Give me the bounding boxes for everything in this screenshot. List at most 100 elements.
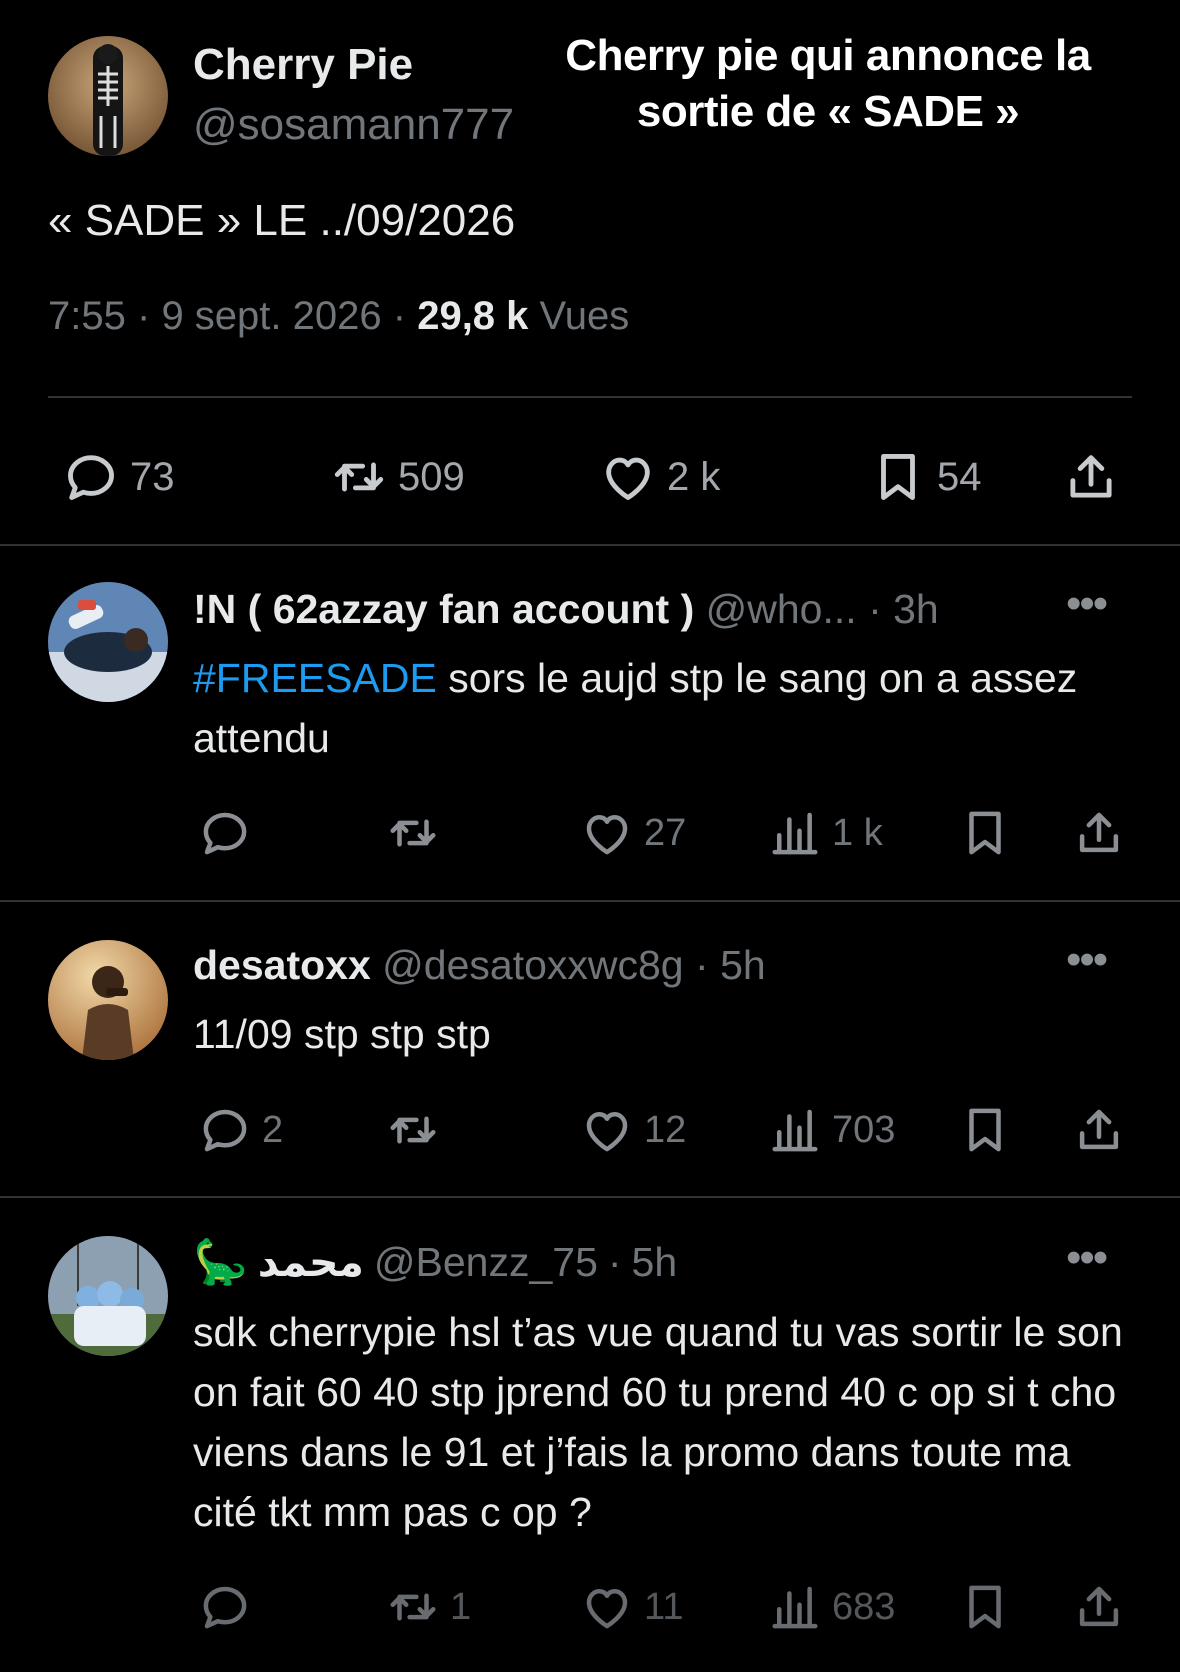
share-button[interactable]	[1062, 448, 1120, 506]
divider	[48, 396, 1132, 398]
reply-text-body: 11/09 stp stp stp	[193, 1011, 491, 1057]
views-button[interactable]: 683	[768, 1580, 895, 1634]
bookmark-icon	[958, 806, 1012, 860]
views-count: 1 k	[832, 811, 883, 854]
retweet-icon	[386, 1103, 440, 1157]
reply-count: 73	[130, 454, 175, 499]
overlay-caption: Cherry pie qui annonce la sortie de « SA…	[565, 31, 1091, 136]
reply-text: 11/09 stp stp stp	[193, 1004, 1123, 1064]
skeleton-avatar[interactable]	[48, 36, 168, 156]
meta-separator: ·	[695, 942, 709, 988]
bookmark-icon	[958, 1103, 1012, 1157]
heart-icon	[580, 806, 634, 860]
divider	[0, 544, 1180, 546]
views-icon	[768, 1580, 822, 1634]
like-count: 12	[644, 1108, 687, 1151]
reply-display-name[interactable]: محمد	[258, 1238, 364, 1286]
kid-photo-avatar[interactable]	[48, 940, 168, 1060]
like-count: 2 k	[667, 454, 721, 499]
more-options-button[interactable]: •••	[1066, 1236, 1108, 1280]
reply-age[interactable]: 5h	[632, 1239, 678, 1286]
share-icon	[1072, 806, 1126, 860]
reply-count: 2	[262, 1108, 284, 1151]
like-count: 27	[644, 811, 687, 854]
heart-icon	[599, 448, 657, 506]
hashtag-link[interactable]: #FREESADE	[193, 655, 437, 701]
retweet-icon	[386, 806, 440, 860]
reply-header: desatoxx @desatoxxwc8g · 5h	[193, 942, 766, 989]
tweet-time: 7:55	[48, 294, 126, 338]
views-count: 703	[832, 1108, 896, 1151]
football-team-avatar[interactable]	[48, 1236, 168, 1356]
more-options-button[interactable]: •••	[1066, 938, 1108, 982]
divider	[0, 900, 1180, 902]
heart-icon	[580, 1580, 634, 1634]
reply-text-body: sdk cherrypie hsl t’as vue quand tu vas …	[193, 1309, 1123, 1535]
reply-age[interactable]: 5h	[720, 942, 766, 988]
share-icon	[1072, 1103, 1126, 1157]
retweet-icon	[330, 448, 388, 506]
like-count: 11	[644, 1585, 684, 1628]
bookmark-button[interactable]	[958, 1580, 1012, 1634]
views-button[interactable]: 1 k	[768, 806, 883, 860]
reply-text: #FREESADE sors le aujd stp le sang on a …	[193, 648, 1123, 768]
views-count: 683	[832, 1585, 896, 1628]
meta-separator: ·	[392, 294, 407, 338]
bookmark-icon	[958, 1580, 1012, 1634]
reply-display-name[interactable]: !N ( 62azzay fan account )	[193, 586, 694, 632]
share-icon	[1062, 448, 1120, 506]
meta-separator: ·	[607, 1238, 622, 1285]
reply-handle[interactable]: @who...	[706, 586, 857, 632]
reply-text: sdk cherrypie hsl t’as vue quand tu vas …	[193, 1302, 1123, 1542]
more-options-button[interactable]: •••	[1066, 582, 1108, 626]
reply-handle[interactable]: @desatoxxwc8g	[382, 942, 683, 988]
like-button[interactable]: 11	[580, 1580, 683, 1634]
tweet-text: « SADE » LE ../09/2026	[48, 196, 516, 245]
bookmark-button[interactable]	[958, 806, 1012, 860]
retweet-button[interactable]: 1	[386, 1580, 471, 1634]
meta-separator: ·	[868, 586, 882, 632]
like-button[interactable]: 2 k	[599, 448, 720, 506]
reply-button[interactable]: 2	[198, 1103, 283, 1157]
bookmark-count: 54	[937, 454, 982, 499]
views-button[interactable]: 703	[768, 1103, 895, 1157]
like-button[interactable]: 27	[580, 806, 686, 860]
share-button[interactable]	[1072, 1580, 1126, 1634]
reply-icon	[198, 1103, 252, 1157]
tweet-meta: 7:55 · 9 sept. 2026 · 29,8 k Vues	[48, 294, 629, 339]
retweet-count: 1	[450, 1585, 472, 1628]
reply-button[interactable]: 73	[62, 448, 175, 506]
reply-icon	[198, 1580, 252, 1634]
share-button[interactable]	[1072, 806, 1126, 860]
share-icon	[1072, 1580, 1126, 1634]
author-handle[interactable]: @sosamann777	[193, 100, 514, 150]
meta-separator: ·	[136, 294, 151, 338]
divider	[0, 1196, 1180, 1198]
reply-handle[interactable]: @Benzz_75	[374, 1239, 598, 1286]
share-button[interactable]	[1072, 1103, 1126, 1157]
retweet-button[interactable]	[386, 806, 450, 860]
reply-header: !N ( 62azzay fan account ) @who... · 3h	[193, 586, 939, 633]
bookmark-button[interactable]: 54	[869, 448, 982, 506]
reply-button[interactable]	[198, 806, 262, 860]
retweet-count: 509	[398, 454, 465, 499]
bookmark-button[interactable]	[958, 1103, 1012, 1157]
reply-button[interactable]	[198, 1580, 262, 1634]
dinosaur-icon: 🦕	[193, 1238, 248, 1287]
tweet-date: 9 sept. 2026	[161, 294, 382, 338]
retweet-icon	[386, 1580, 440, 1634]
retweet-button[interactable]	[386, 1103, 450, 1157]
author-display-name[interactable]: Cherry Pie	[193, 40, 413, 90]
reply-icon	[198, 806, 252, 860]
views-icon	[768, 806, 822, 860]
like-button[interactable]: 12	[580, 1103, 686, 1157]
views-count[interactable]: 29,8 k	[417, 294, 528, 338]
retweet-button[interactable]: 509	[330, 448, 465, 506]
reply-header: 🦕 محمد @Benzz_75 · 5h	[193, 1236, 677, 1288]
reply-age[interactable]: 3h	[893, 586, 939, 632]
heart-icon	[580, 1103, 634, 1157]
reply-icon	[62, 448, 120, 506]
reply-display-name[interactable]: desatoxx	[193, 942, 371, 988]
views-icon	[768, 1103, 822, 1157]
person-lying-avatar[interactable]	[48, 582, 168, 702]
